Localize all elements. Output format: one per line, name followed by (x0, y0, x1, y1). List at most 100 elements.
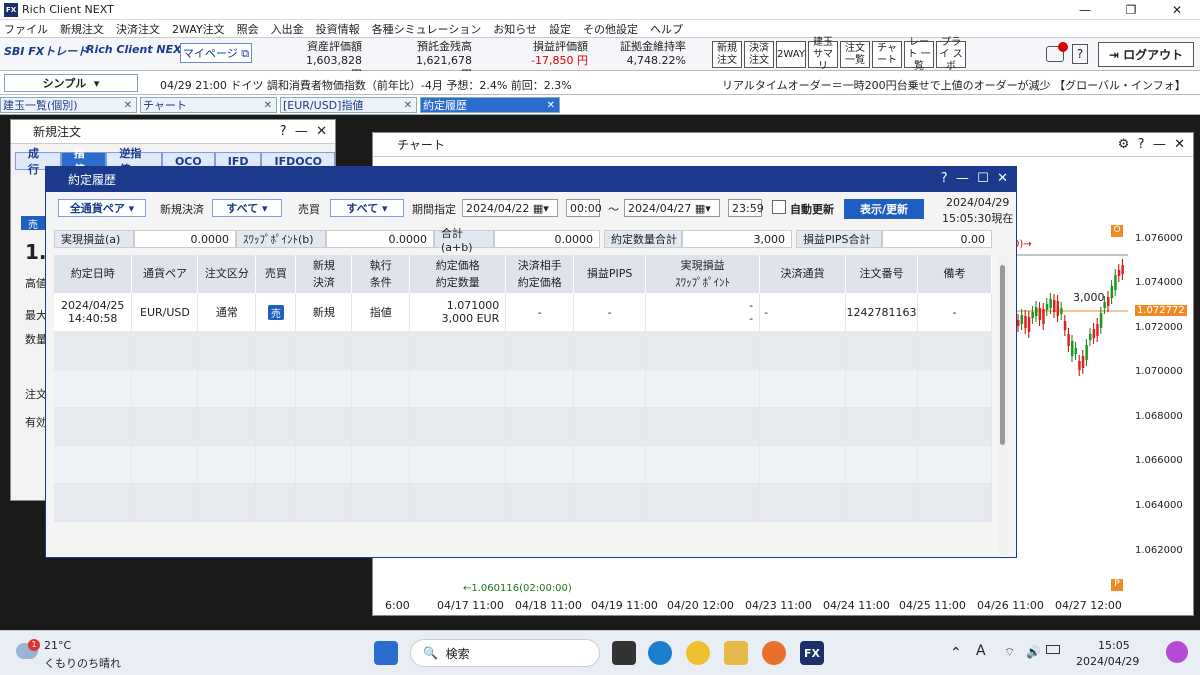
menu-invest-info[interactable]: 投資情報 (316, 21, 360, 37)
wifi-icon[interactable]: ⌔ (1004, 645, 1015, 660)
chart-window-controls[interactable]: ⚙ ? — ✕ (1118, 137, 1185, 152)
col-header[interactable]: 注文区分 (197, 255, 257, 294)
sell-badge: 売 (267, 304, 284, 320)
fx-app-icon[interactable]: FX (800, 641, 824, 665)
menu-notice[interactable]: お知らせ (493, 21, 537, 37)
col-header[interactable]: 実現損益 ｽﾜｯﾌﾟﾎﾟｲﾝﾄ (645, 255, 761, 294)
menu-inquiry[interactable]: 照会 (237, 21, 259, 37)
header-new-order-button[interactable]: 新規 注文 (712, 41, 742, 68)
menu-settings[interactable]: 設定 (549, 21, 571, 37)
header-chart-button[interactable]: チャ ート (872, 41, 902, 68)
y-tick: 1.076000 (1135, 233, 1183, 244)
col-header[interactable]: 通貨ペア (131, 255, 199, 294)
menu-file[interactable]: ファイル (4, 21, 48, 37)
view-mode-select[interactable]: シンプル ▾ (4, 74, 138, 92)
date-to-input[interactable]: 2024/04/27 ▦▾ (624, 199, 720, 217)
date-from-input[interactable]: 2024/04/22 ▦▾ (462, 199, 558, 217)
tab-positions[interactable]: 建玉一覧(個別) ✕ (0, 97, 137, 113)
header-price-board-button[interactable]: プライ スボ (936, 37, 966, 72)
currency-pair-select[interactable]: 全通貨ペア ▾ (58, 199, 146, 217)
col-header[interactable]: 約定日時 (54, 255, 133, 294)
header-rate-list-button[interactable]: レート 一覧 (904, 37, 934, 72)
taskview-icon[interactable] (612, 641, 636, 665)
cell-pnl-swap: -- (645, 293, 761, 332)
col-header[interactable]: 決済相手 約定価格 (505, 255, 575, 294)
col-header[interactable]: 決済通貨 (759, 255, 846, 294)
col-header[interactable]: 備考 (917, 255, 993, 294)
chrome-icon[interactable] (686, 641, 710, 665)
candle-body (1038, 308, 1042, 320)
mypage-button[interactable]: マイページ ⧉ (180, 43, 252, 63)
close-button[interactable]: ✕ (1154, 0, 1200, 20)
folder-icon[interactable] (724, 641, 748, 665)
summary-label: 実現損益(a) (54, 230, 134, 248)
header-close-order-button[interactable]: 決済 注文 (744, 41, 774, 68)
tab-trade-history[interactable]: 約定履歴 ✕ (420, 97, 560, 113)
minimize-button[interactable]: — (1062, 0, 1108, 20)
ime-indicator[interactable]: A (976, 643, 986, 659)
label-max: 最大 (25, 309, 47, 322)
new-close-label: 新規決済 (160, 203, 204, 216)
weather-temp[interactable]: 21°C (44, 639, 71, 652)
new-order-window-controls[interactable]: ? — ✕ (280, 124, 327, 139)
scrollbar-thumb[interactable] (1000, 265, 1005, 445)
buy-sell-select[interactable]: すべて ▾ (330, 199, 404, 217)
summary-label: ｽﾜｯﾌﾟﾎﾟｲﾝﾄ(b) (236, 230, 326, 248)
menu-2way[interactable]: 2WAY注文 (172, 21, 225, 37)
y-tick: 1.064000 (1135, 500, 1183, 511)
history-window-controls[interactable]: ? — ☐ ✕ (941, 171, 1008, 186)
market-news-ticker[interactable]: リアルタイムオーダー＝一時200円台乗せで上値のオーダーが減少 【グローバル・イ… (722, 77, 1198, 93)
logout-button[interactable]: ⇥ ログアウト (1098, 42, 1194, 67)
weather-text[interactable]: くもりのち晴れ (44, 655, 121, 671)
refresh-button[interactable]: 表示/更新 (844, 199, 924, 219)
tray-chevron-icon[interactable]: ⌃ (950, 645, 962, 661)
col-header[interactable]: 執行 条件 (351, 255, 411, 294)
tab-eurusd-limit[interactable]: [EUR/USD]指値 ✕ (280, 97, 417, 113)
clock-date[interactable]: 2024/04/29 (1076, 655, 1139, 668)
economic-news-ticker[interactable]: 04/29 21:00 ドイツ 調和消費者物価指数（前年比）-4月 予想：2.4… (160, 77, 572, 93)
copilot-icon[interactable] (1166, 641, 1188, 663)
trade-history-table: 約定日時 通貨ペア 注文区分 売買 新規 決済 執行 条件 約定価格 約定数量 … (54, 255, 993, 522)
news-bar: シンプル ▾ 04/29 21:00 ドイツ 調和消費者物価指数（前年比）-4月… (0, 71, 1200, 95)
col-header[interactable]: 約定価格 約定数量 (409, 255, 507, 294)
cell-order-type: 通常 (197, 293, 257, 332)
table-row[interactable]: 2024/04/25 14:40:58 EUR/USD 通常 売 新規 指値 1.… (54, 293, 993, 332)
vertical-scrollbar[interactable] (998, 255, 1008, 555)
marker-p: P (1111, 579, 1123, 591)
y-tick: 1.068000 (1135, 411, 1183, 422)
menu-close-order[interactable]: 決済注文 (116, 21, 160, 37)
menu-simulation[interactable]: 各種シミュレーション (372, 21, 482, 37)
summary-label: 損益PIPS合計 (796, 230, 882, 248)
col-header[interactable]: 注文番号 (845, 255, 918, 294)
speaker-icon[interactable]: 🔊 (1026, 645, 1041, 659)
candle-body (1031, 312, 1034, 318)
new-close-select[interactable]: すべて ▾ (212, 199, 282, 217)
clock-time[interactable]: 15:05 (1098, 639, 1130, 652)
firefox-icon[interactable] (762, 641, 786, 665)
header-position-summary-button[interactable]: 建玉 サマリ (808, 37, 838, 72)
header-2way-button[interactable]: 2WAY (776, 41, 806, 68)
menu-help[interactable]: ヘルプ (650, 21, 683, 37)
battery-icon[interactable] (1046, 645, 1060, 654)
tab-chart[interactable]: チャート ✕ (140, 97, 277, 113)
search-box[interactable]: 🔍 検索 (410, 639, 600, 667)
maximize-button[interactable]: ❐ (1108, 0, 1154, 20)
menu-deposit[interactable]: 入出金 (271, 21, 304, 37)
col-header[interactable]: 損益PIPS (573, 255, 647, 294)
auto-update-checkbox[interactable] (772, 200, 786, 214)
start-icon[interactable] (374, 641, 398, 665)
header-order-list-button[interactable]: 注文 一覧 (840, 41, 870, 68)
col-header[interactable]: 新規 決済 (295, 255, 353, 294)
col-header[interactable]: 売買 (255, 255, 297, 294)
cell-pips: - (573, 293, 647, 332)
sell-label[interactable]: 売 (21, 216, 45, 231)
edge-icon[interactable] (648, 641, 672, 665)
label-order: 注文 (25, 388, 47, 401)
time-to-input[interactable]: 23:59 (728, 199, 764, 217)
help-icon[interactable]: ? (1072, 44, 1088, 64)
menu-new-order[interactable]: 新規注文 (60, 21, 104, 37)
menu-other-settings[interactable]: その他設定 (583, 21, 638, 37)
notification-dot-icon (1058, 42, 1068, 52)
low-annotation: ←1.060116(02:00:00) (463, 583, 572, 594)
time-from-input[interactable]: 00:00 (566, 199, 602, 217)
